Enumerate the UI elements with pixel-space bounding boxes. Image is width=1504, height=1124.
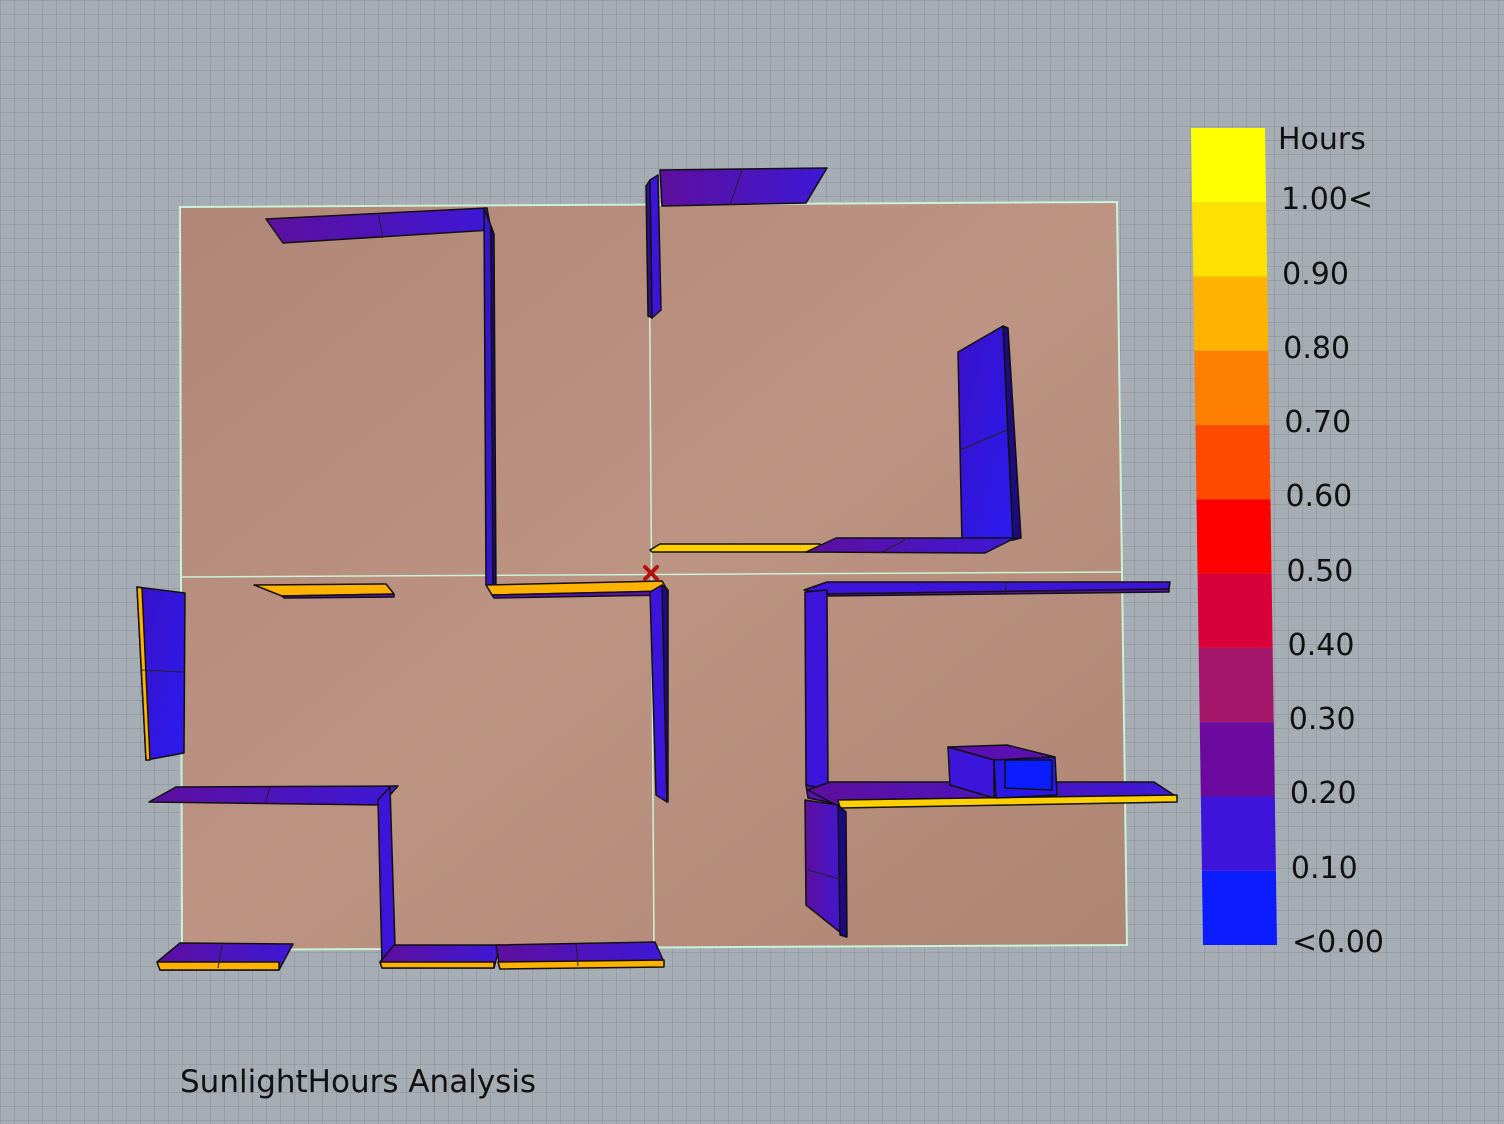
- wall-left-vertical: [483, 207, 497, 591]
- wall-left-panel: [136, 586, 186, 761]
- wall-bottom-center: [495, 941, 665, 970]
- legend-label: 0.10: [1290, 850, 1358, 886]
- legend-label: 0.30: [1288, 702, 1356, 738]
- legend-label: <0.00: [1292, 925, 1384, 960]
- legend-label: 1.00<: [1281, 182, 1374, 218]
- legend-label: 0.20: [1289, 776, 1357, 812]
- wall-top-right: [659, 167, 828, 207]
- wall-lower-left-horizontal: [148, 785, 399, 806]
- legend-band: [1195, 425, 1271, 500]
- legend-band: [1197, 573, 1273, 648]
- legend-title: Hours: [1278, 122, 1366, 157]
- legend-band: [1201, 870, 1278, 945]
- wall-top-center-vertical: [645, 174, 662, 319]
- analysis-caption: SunlightHours Analysis: [180, 1064, 537, 1100]
- wall-bottom-left: [156, 942, 294, 971]
- legend-band: [1200, 796, 1276, 871]
- legend-label: 0.80: [1283, 330, 1351, 366]
- model-viewport[interactable]: [0, 0, 1504, 1124]
- wall-right-yellow-strip: [649, 543, 821, 553]
- wall-right-upper-horizontal: [805, 537, 1016, 554]
- legend-label: 0.60: [1285, 479, 1353, 515]
- legend-label: 0.90: [1282, 256, 1349, 292]
- legend-band: [1196, 499, 1272, 574]
- legend-band: [1198, 647, 1274, 723]
- legend-label: 0.40: [1287, 627, 1355, 663]
- legend-band: [1191, 128, 1267, 203]
- legend-band: [1194, 350, 1270, 426]
- legend-label: 0.70: [1284, 405, 1352, 441]
- legend-label: 0.50: [1286, 553, 1354, 589]
- wall-bottom-center-left: [379, 944, 501, 969]
- legend-band: [1192, 202, 1268, 277]
- legend-band: [1199, 722, 1275, 797]
- legend-colorbar: [1191, 128, 1278, 945]
- legend-band: [1193, 276, 1269, 351]
